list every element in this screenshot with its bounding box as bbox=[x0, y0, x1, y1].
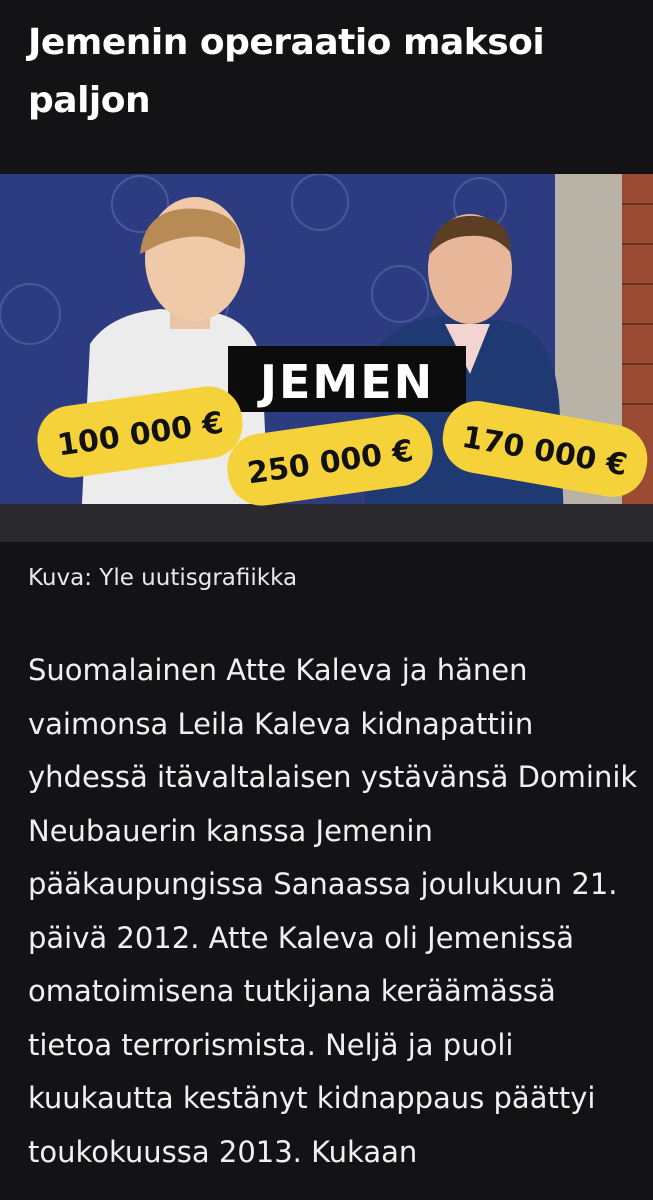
image-caption: Kuva: Yle uutisgrafiikka bbox=[28, 565, 298, 591]
article-title: Jemenin operaatio maksoi paljon bbox=[28, 22, 545, 121]
article-body: Suomalainen Atte Kaleva ja hänen vaimons… bbox=[28, 653, 638, 1169]
image-banner-text: JEMEN bbox=[257, 355, 434, 409]
article-image[interactable]: JEMEN 100 000 € 250 000 € 170 000 € bbox=[0, 174, 653, 542]
